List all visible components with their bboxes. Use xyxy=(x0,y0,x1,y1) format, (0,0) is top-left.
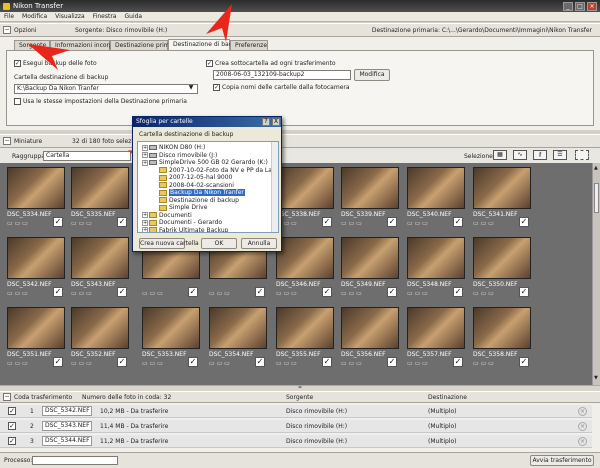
queue-count: Numero delle foto in coda: 32 xyxy=(82,393,172,401)
tree-node-label: NIKON D80 (H:) xyxy=(159,144,206,151)
tree-expand-icon[interactable]: + xyxy=(142,212,148,218)
queue-row-number: 3 xyxy=(30,438,34,445)
queue-list: ✓ 1 DSC_5342.NEF 10,2 MB - Da trasferire Dis… xyxy=(0,403,600,452)
tree-node-label: Simple Drive xyxy=(169,204,208,211)
tree-expand-icon[interactable]: + xyxy=(142,219,148,226)
dialog-title: Sfoglia per cartelle xyxy=(136,118,193,125)
queue-row-source: Disco rimovibile (H:) xyxy=(286,438,348,445)
process-label: Processo: xyxy=(4,457,33,464)
folder-icon xyxy=(159,204,167,211)
queue-row-number: 1 xyxy=(30,408,34,415)
queue-collapse-toggle[interactable]: − xyxy=(3,393,11,401)
folder-icon xyxy=(159,182,167,188)
remove-row-icon[interactable]: × xyxy=(578,407,587,416)
tree-node-label: Backup Da Nikon Tranfer xyxy=(169,189,245,196)
queue-row-dest: (Multiplo) xyxy=(428,438,457,445)
queue-row-checkbox[interactable]: ✓ xyxy=(8,407,16,415)
tree-scrollbar[interactable] xyxy=(271,142,278,232)
folder-tree: + NIKON D80 (H:) + Disco rimovibile (J:) + Si… xyxy=(137,141,279,233)
tree-node-label: SimpleDrive 500 GB 02 Gerardo (K:) xyxy=(159,159,268,166)
queue-row[interactable]: ✓ 3 DSC_5344.NEF 11,2 MB - Da trasferire Dis… xyxy=(0,435,592,448)
dialog-cancel-button[interactable]: Annulla xyxy=(241,238,277,249)
folder-icon xyxy=(149,227,157,232)
dialog-title-bar: Sfoglia per cartelle ? X xyxy=(133,117,281,127)
tree-node-label: 2008-04-02-scansioni xyxy=(169,181,234,189)
folder-icon xyxy=(159,189,167,196)
queue-row-dest: (Multiplo) xyxy=(428,408,457,415)
tree-expand-icon[interactable]: + xyxy=(142,144,148,151)
queue-row-file: DSC_5342.NEF xyxy=(42,406,92,416)
tree-node-label: 2007-10-02-Foto da NV e PP da Lacie 9 xyxy=(169,166,279,174)
folder-icon xyxy=(159,174,167,181)
tree-node[interactable]: + Fabrik Ultimate Backup xyxy=(142,226,229,233)
red-arrow-2 xyxy=(206,4,232,42)
tree-node-label: Documenti - Gerardo xyxy=(159,219,223,226)
status-bar: Processo: Avvia trasferimento xyxy=(0,452,600,468)
queue-section-label: Coda trasferimento xyxy=(14,393,73,401)
queue-row-file: DSC_5343.NEF xyxy=(42,421,92,431)
red-arrow-1 xyxy=(28,44,70,70)
tree-node-label: Fabrik Ultimate Backup xyxy=(159,226,229,233)
drive-icon xyxy=(149,145,157,150)
queue-row-file: DSC_5344.NEF xyxy=(42,436,92,446)
process-progress xyxy=(32,456,118,465)
tree-node-label: 2007-12-05-hal 9000 xyxy=(169,174,233,181)
dialog-help-button[interactable]: ? xyxy=(262,118,270,126)
queue-row-source: Disco rimovibile (H:) xyxy=(286,408,348,415)
queue-row-number: 2 xyxy=(30,423,34,430)
folder-icon xyxy=(149,219,157,226)
tree-node-label: Documenti xyxy=(159,211,192,219)
queue-row[interactable]: ✓ 2 DSC_5343.NEF 11,4 MB - Da trasferire Dis… xyxy=(0,420,592,433)
queue-row-size: 11,2 MB - Da trasferire xyxy=(100,438,169,445)
tree-expand-icon[interactable]: + xyxy=(142,152,148,158)
queue-row-size: 10,2 MB - Da trasferire xyxy=(100,408,169,415)
start-transfer-button[interactable]: Avvia trasferimento xyxy=(530,455,594,466)
tree-expand-icon[interactable]: + xyxy=(142,227,148,232)
remove-row-icon[interactable]: × xyxy=(578,422,587,431)
new-folder-button[interactable]: Crea nuova cartella xyxy=(139,238,199,249)
tree-node-label: Disco rimovibile (J:) xyxy=(159,151,218,159)
remove-row-icon[interactable]: × xyxy=(578,437,587,446)
dialog-close-button[interactable]: X xyxy=(272,118,280,126)
queue-row-checkbox[interactable]: ✓ xyxy=(8,422,16,430)
queue-row-size: 11,4 MB - Da trasferire xyxy=(100,423,169,430)
queue-col-source: Sorgente xyxy=(286,393,314,401)
queue-row-source: Disco rimovibile (H:) xyxy=(286,423,348,430)
folder-icon xyxy=(149,212,157,218)
drive-icon xyxy=(149,152,157,158)
folder-icon xyxy=(159,167,167,173)
folder-icon xyxy=(159,197,167,203)
tree-expand-icon[interactable]: + xyxy=(142,159,148,166)
browse-folder-dialog: Sfoglia per cartelle ? X Cartella destin… xyxy=(132,116,282,252)
tree-node-label: Destinazione di backup xyxy=(169,196,239,204)
dialog-ok-button[interactable]: OK xyxy=(201,238,237,249)
queue-row-checkbox[interactable]: ✓ xyxy=(8,437,16,445)
queue-row-dest: (Multiplo) xyxy=(428,423,457,430)
queue-row[interactable]: ✓ 1 DSC_5342.NEF 10,2 MB - Da trasferire Dis… xyxy=(0,405,592,418)
drive-icon xyxy=(149,160,157,165)
queue-section-bar: − Coda trasferimento Numero delle foto i… xyxy=(0,391,600,403)
dialog-caption: Cartella destinazione di backup xyxy=(139,131,234,138)
queue-col-dest: Destinazione xyxy=(428,393,467,401)
